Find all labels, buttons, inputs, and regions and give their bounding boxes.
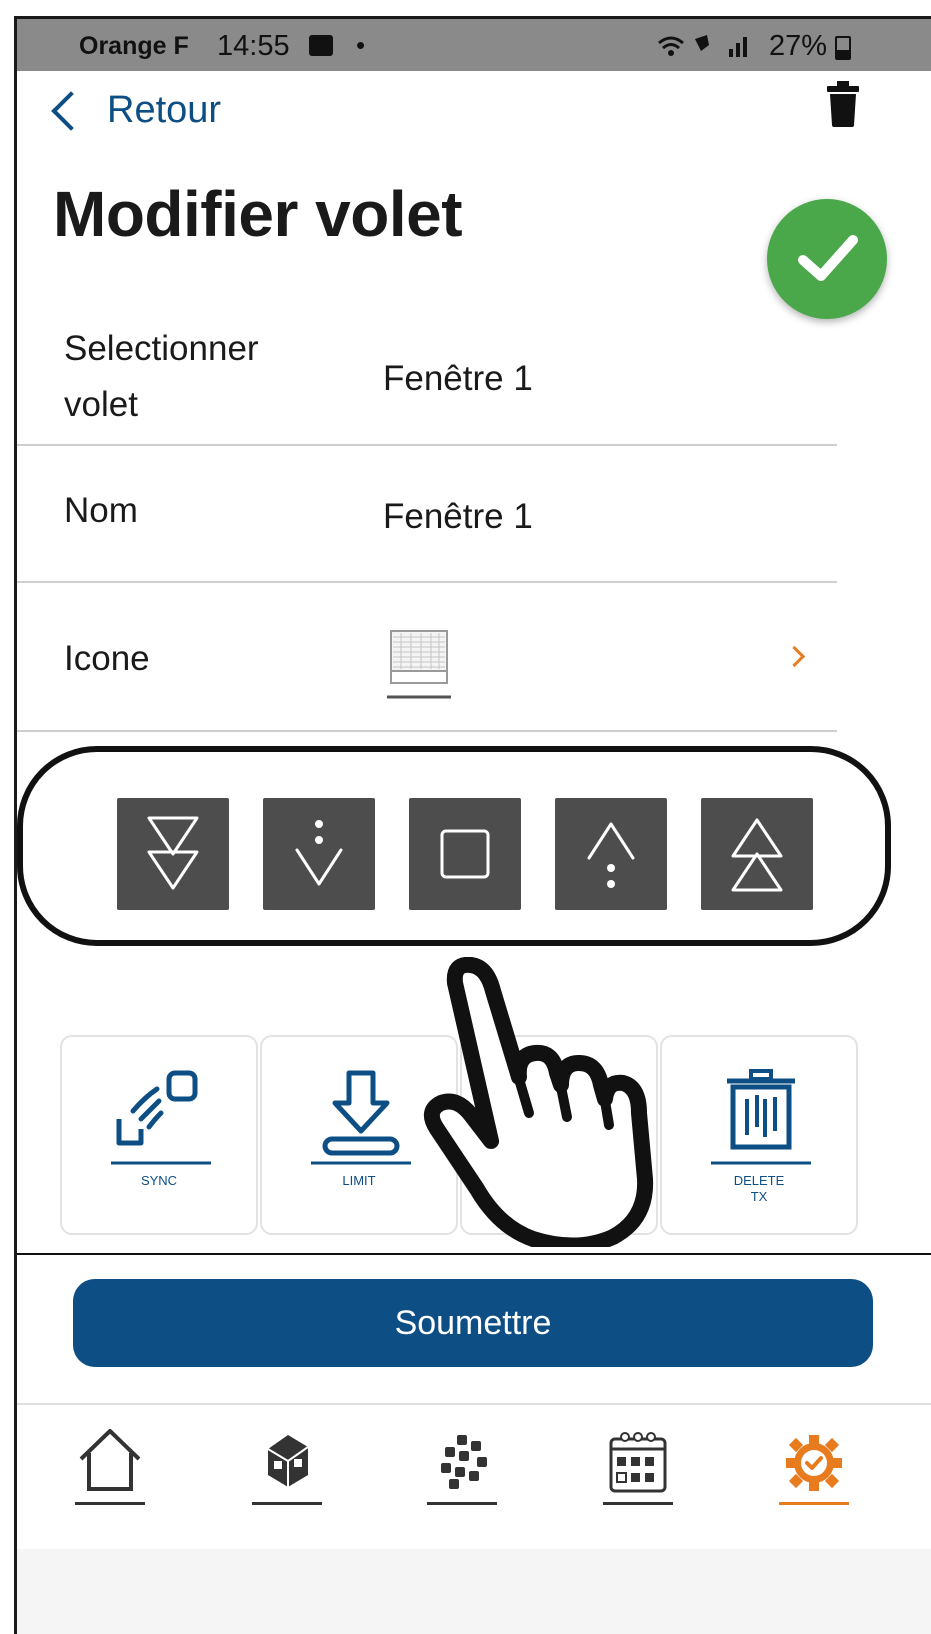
home-icon [79, 1429, 141, 1491]
confirm-button[interactable] [767, 199, 887, 319]
calendar-icon [609, 1432, 667, 1493]
gallery-icon [309, 35, 333, 56]
sync-tile[interactable]: SYNC [60, 1035, 258, 1235]
nav-divider [17, 1403, 931, 1405]
nav-devices[interactable] [427, 1425, 497, 1505]
nav-settings[interactable] [779, 1425, 849, 1505]
trash-icon[interactable] [827, 81, 859, 127]
chevron-right-icon[interactable] [783, 645, 806, 668]
full-down-button[interactable] [117, 798, 229, 910]
icon-row[interactable]: Icone [17, 583, 837, 732]
step-down-icon [295, 820, 343, 886]
chevron-left-icon [51, 90, 91, 131]
carrier-name: Orange F [79, 32, 189, 60]
nav-house[interactable] [252, 1425, 322, 1505]
trash-icon [711, 1069, 811, 1165]
app-screen: Orange F 14:55 • 27% Retour Modifier vol… [14, 16, 931, 1634]
nav-underline [75, 1502, 145, 1505]
pointing-hand-icon [423, 957, 654, 1247]
system-nav-area [17, 1549, 931, 1634]
name-row[interactable]: Nom Fenêtre 1 [17, 446, 837, 583]
submit-button[interactable]: Soumettre [73, 1279, 873, 1367]
house-3d-icon [267, 1435, 309, 1487]
page-title: Modifier volet [53, 178, 463, 250]
stop-button[interactable] [409, 798, 521, 910]
sync-icon [111, 1070, 211, 1165]
icon-label: Icone [64, 639, 150, 678]
sync-caption: SYNC [140, 1173, 178, 1188]
shutter-controls-highlight [17, 746, 891, 946]
stop-icon [440, 829, 490, 879]
nav-underline [603, 1502, 673, 1505]
full-up-button[interactable] [701, 798, 813, 910]
back-button[interactable]: Retour [47, 89, 221, 132]
step-up-icon [587, 822, 635, 888]
signal-icons [655, 31, 763, 68]
name-field[interactable]: Fenêtre 1 [383, 497, 533, 537]
back-label: Retour [107, 89, 222, 131]
full-down-icon [147, 816, 199, 890]
nav-calendar[interactable] [603, 1425, 673, 1505]
battery-percent: 27% [769, 30, 828, 62]
divider [17, 1253, 931, 1255]
step-up-button[interactable] [555, 798, 667, 910]
step-down-button[interactable] [263, 798, 375, 910]
nav-underline [779, 1502, 849, 1505]
devices-icon [441, 1435, 487, 1489]
nav-home[interactable] [75, 1425, 145, 1505]
select-shutter-row[interactable]: Selectionner volet Fenêtre 1 [17, 319, 837, 446]
limit-icon [311, 1070, 411, 1165]
full-up-icon [731, 818, 783, 892]
delete-tx-caption: DELETE TX [733, 1173, 785, 1204]
checkmark-icon [798, 235, 858, 281]
nav-underline [427, 1502, 497, 1505]
delete-tx-tile[interactable]: DELETE TX [660, 1035, 858, 1235]
settings-icon [786, 1435, 842, 1491]
window-shutter-icon[interactable] [387, 629, 451, 701]
select-shutter-value[interactable]: Fenêtre 1 [383, 359, 533, 399]
notification-dot: • [356, 30, 366, 60]
clock: 14:55 [217, 30, 290, 62]
status-bar: Orange F 14:55 • 27% [17, 19, 931, 71]
battery-icon [835, 36, 851, 60]
select-shutter-label: Selectionner volet [64, 329, 259, 424]
name-label: Nom [64, 491, 138, 530]
nav-underline [252, 1502, 322, 1505]
